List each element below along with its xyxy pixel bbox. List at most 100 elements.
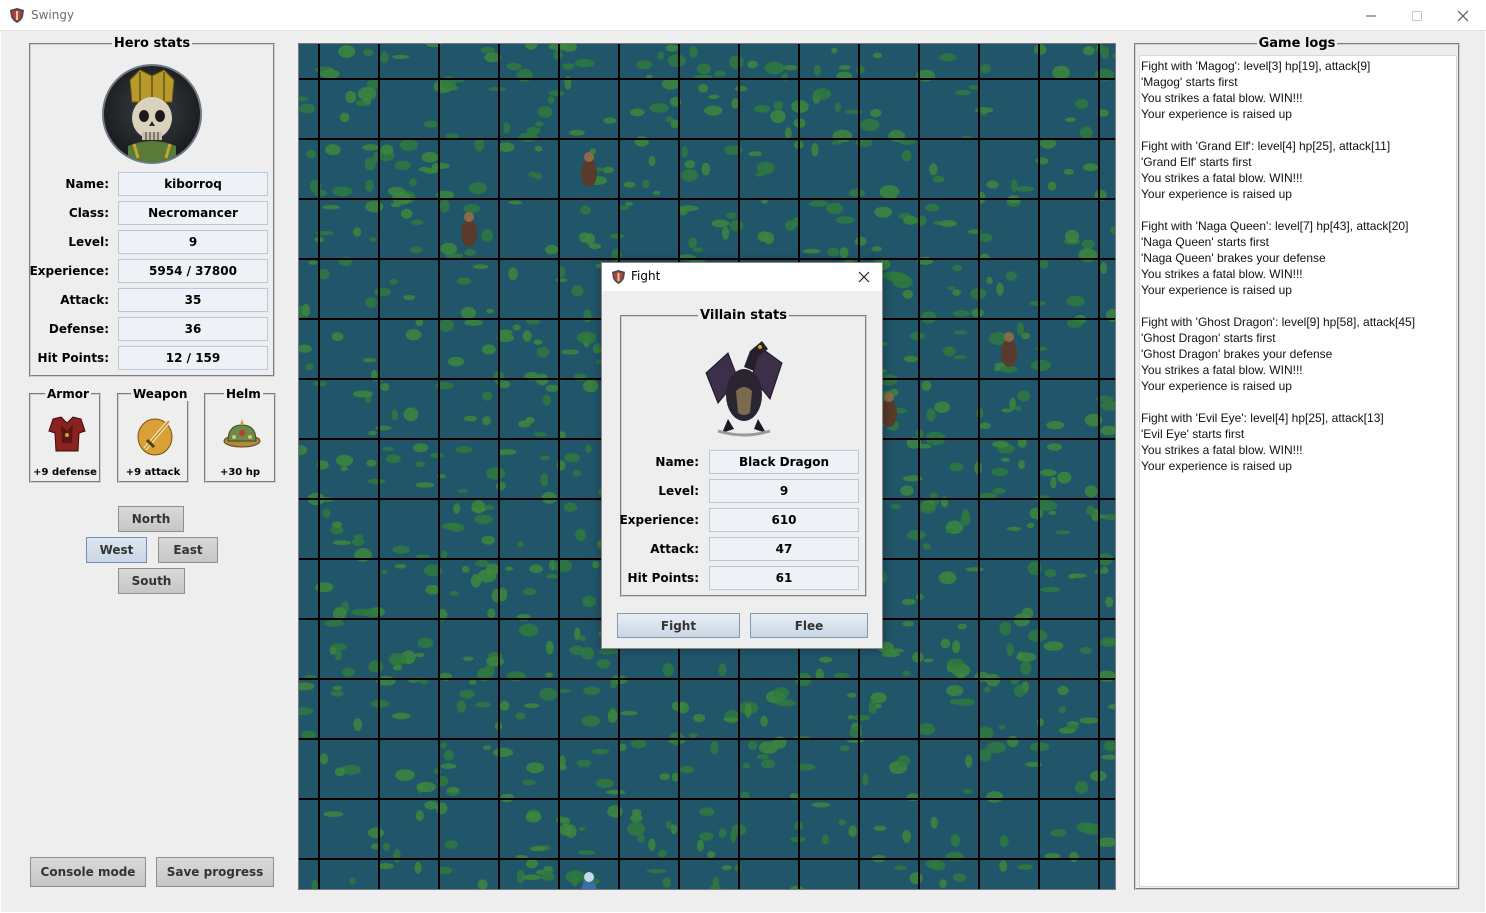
grass-patch	[902, 289, 914, 299]
grass-patch	[469, 679, 477, 685]
grass-patch	[368, 660, 384, 673]
grass-patch	[429, 452, 444, 458]
grass-patch	[563, 502, 578, 512]
grass-patch	[523, 588, 537, 596]
grass-patch	[831, 140, 843, 145]
grass-patch	[481, 535, 496, 545]
grass-patch	[548, 90, 565, 97]
hero-defense-value: 36	[118, 317, 268, 341]
grass-patch	[506, 62, 522, 71]
flee-button[interactable]: Flee	[750, 613, 868, 638]
grass-patch	[1057, 685, 1069, 696]
grass-patch	[890, 504, 902, 509]
grass-patch	[620, 710, 638, 716]
grass-patch	[395, 769, 415, 781]
grass-patch	[322, 205, 340, 210]
hero-attack-value: 35	[118, 288, 268, 312]
grass-patch	[334, 767, 346, 777]
grass-patch	[862, 773, 869, 786]
grass-patch	[1074, 781, 1089, 794]
fight-dialog: Fight Villain stats Name: Black Dragon L…	[601, 262, 883, 649]
log-line: Fight with 'Evil Eye': level[4] hp[25], …	[1141, 411, 1384, 425]
grass-patch	[315, 582, 334, 593]
grass-patch	[529, 564, 543, 574]
grass-patch	[917, 723, 936, 736]
grass-patch	[409, 178, 417, 187]
grass-patch	[1101, 566, 1109, 574]
grass-patch	[648, 155, 656, 167]
minimize-button[interactable]	[1348, 0, 1394, 31]
grass-patch	[332, 540, 351, 546]
grass-patch	[902, 830, 912, 843]
grass-patch	[1026, 522, 1034, 529]
grass-patch	[596, 659, 611, 669]
grass-patch	[1065, 117, 1076, 123]
grass-patch	[753, 105, 771, 113]
grass-patch	[776, 699, 797, 707]
grass-patch	[403, 294, 416, 301]
grass-patch	[338, 45, 356, 58]
grass-patch	[571, 872, 579, 887]
grass-patch	[486, 656, 505, 667]
grass-patch	[761, 759, 776, 769]
grass-patch	[525, 416, 535, 424]
west-button[interactable]: West	[86, 537, 147, 563]
grass-patch	[636, 60, 653, 70]
grid-line-vertical	[978, 44, 980, 889]
fight-button[interactable]: Fight	[617, 613, 740, 638]
grass-patch	[368, 430, 377, 436]
grass-patch	[971, 308, 984, 318]
grass-patch	[821, 834, 829, 845]
east-button[interactable]: East	[158, 537, 218, 563]
grass-patch	[1028, 300, 1047, 306]
grass-patch	[1069, 851, 1079, 863]
grass-patch	[648, 838, 656, 852]
grass-patch	[553, 49, 563, 61]
villain-attack-label: Attack:	[650, 542, 699, 556]
grass-patch	[305, 363, 314, 371]
grass-patch	[329, 646, 337, 655]
grass-patch	[662, 877, 671, 888]
grass-patch	[848, 188, 865, 198]
close-button[interactable]	[1440, 0, 1486, 31]
grass-patch	[870, 108, 882, 118]
console-mode-button[interactable]: Console mode	[30, 857, 146, 887]
grass-patch	[481, 229, 494, 242]
grass-patch	[1050, 829, 1067, 837]
hero-stats-title: Hero stats	[111, 36, 193, 51]
log-line: 'Ghost Dragon' starts first	[1141, 331, 1276, 345]
save-progress-button[interactable]: Save progress	[156, 857, 274, 887]
grass-patch	[998, 725, 1006, 730]
grass-patch	[593, 342, 601, 351]
grass-patch	[463, 204, 481, 214]
grass-patch	[1046, 420, 1065, 430]
grid-line-horizontal	[299, 798, 1115, 800]
grass-patch	[965, 567, 985, 572]
grass-patch	[468, 182, 488, 195]
grass-patch	[872, 52, 883, 58]
grass-patch	[301, 304, 311, 317]
grass-patch	[456, 277, 472, 285]
game-logs-textarea[interactable]: Fight with 'Magog': level[3] hp[19], att…	[1139, 55, 1457, 887]
grass-patch	[425, 584, 440, 595]
grass-patch	[827, 247, 840, 257]
grass-patch	[457, 488, 468, 494]
grass-patch	[440, 763, 457, 769]
sword-icon	[137, 418, 173, 456]
hero-hitpoints-label: Hit Points:	[37, 351, 109, 365]
maximize-button[interactable]	[1394, 0, 1440, 31]
helm-bonus: +30 hp	[219, 467, 261, 478]
hero-class-label: Class:	[68, 206, 109, 220]
north-button[interactable]: North	[118, 506, 184, 532]
grass-patch	[704, 105, 723, 116]
grass-patch	[630, 108, 645, 117]
grass-patch	[831, 47, 838, 54]
grid-line-vertical	[438, 44, 440, 889]
grass-patch	[345, 90, 357, 104]
grass-patch	[1035, 346, 1048, 352]
south-button[interactable]: South	[118, 568, 185, 594]
grass-patch	[561, 349, 580, 355]
log-line: Your experience is raised up	[1141, 187, 1292, 201]
grass-patch	[658, 849, 667, 858]
dialog-close-button[interactable]	[852, 266, 876, 288]
